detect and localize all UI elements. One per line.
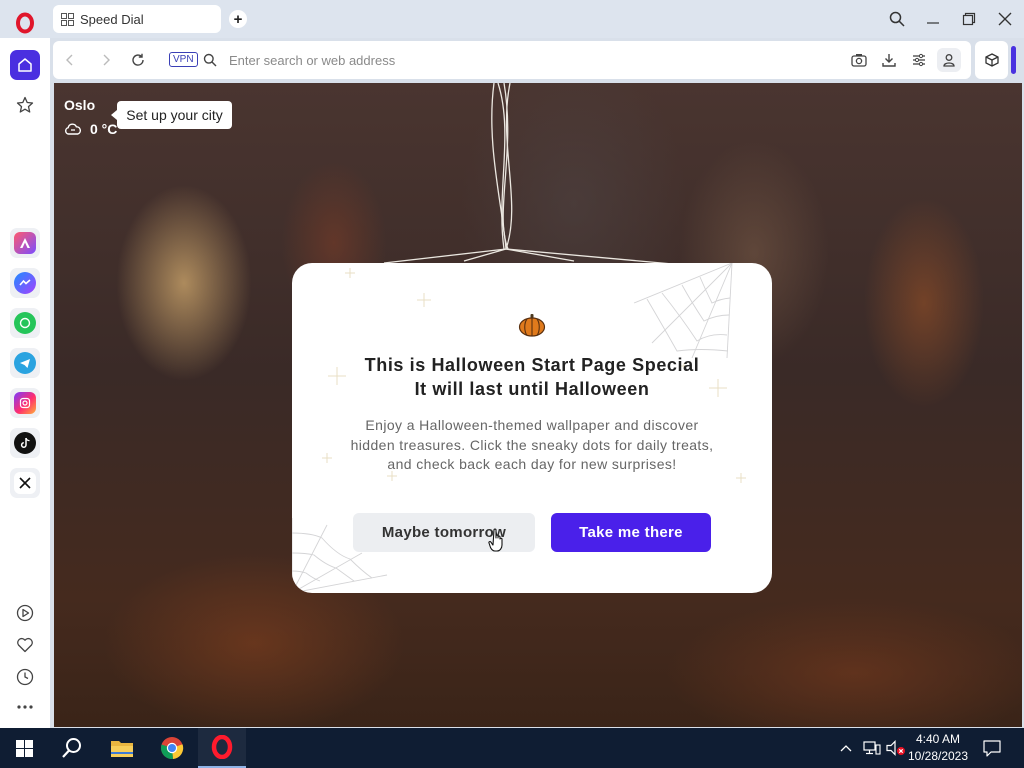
speed-dial-icon — [61, 12, 74, 26]
reload-icon[interactable] — [128, 50, 148, 70]
tab-title: Speed Dial — [80, 11, 144, 27]
whatsapp-icon — [14, 312, 36, 334]
aria-icon — [14, 232, 36, 254]
sidebar-item-instagram[interactable] — [10, 388, 40, 418]
play-icon — [16, 604, 34, 622]
speed-dial-page: Oslo Set up your city 0 °C This is Hallo… — [54, 83, 1022, 727]
address-input[interactable] — [229, 49, 729, 71]
sidebar-item-messenger[interactable] — [10, 268, 40, 298]
x-icon — [14, 472, 36, 494]
taskbar-search[interactable] — [48, 728, 96, 768]
sidebar-item-tiktok[interactable] — [10, 428, 40, 458]
sidebar-item-history[interactable] — [10, 662, 40, 692]
temperature-row: 0 °C — [64, 121, 144, 137]
opera-button[interactable] — [198, 728, 246, 768]
city-label[interactable]: Oslo — [64, 97, 95, 113]
take-me-there-button[interactable]: Take me there — [551, 513, 711, 552]
clock-date: 10/28/2023 — [907, 749, 969, 763]
sidebar-item-bookmarks[interactable] — [10, 90, 40, 120]
taskbar: 4:40 AM 10/28/2023 — [0, 728, 1024, 768]
maybe-tomorrow-button[interactable]: Maybe tomorrow — [353, 513, 535, 552]
opera-logo-icon[interactable] — [14, 12, 36, 34]
notifications-icon[interactable] — [982, 739, 1002, 757]
vpn-badge[interactable]: VPN — [169, 52, 198, 67]
system-clock[interactable]: 4:40 AM 10/28/2023 — [905, 731, 971, 765]
tiktok-icon — [14, 432, 36, 454]
star-icon — [16, 96, 34, 113]
forward-icon[interactable] — [96, 50, 116, 70]
sidebar-item-player[interactable] — [10, 598, 40, 628]
sidebar-item-home[interactable] — [10, 50, 40, 80]
search-icon — [62, 738, 81, 758]
network-icon[interactable] — [862, 739, 882, 757]
clock-icon — [16, 668, 34, 686]
clock-time: 4:40 AM — [915, 732, 961, 746]
chrome-icon — [161, 737, 184, 760]
messenger-icon — [14, 272, 36, 294]
opera-icon — [211, 735, 233, 759]
cloud-icon — [65, 123, 82, 135]
title-bar: Speed Dial + — [0, 0, 1024, 38]
more-icon — [17, 705, 33, 709]
windows-icon — [15, 739, 33, 757]
download-icon[interactable] — [879, 50, 899, 70]
show-hidden-icons-icon[interactable] — [838, 739, 854, 757]
home-icon — [18, 58, 32, 72]
sidebar-item-aria[interactable] — [10, 228, 40, 258]
sidebar-item-whatsapp[interactable] — [10, 308, 40, 338]
easy-setup-icon[interactable] — [909, 50, 929, 70]
back-icon[interactable] — [60, 50, 80, 70]
profile-icon[interactable] — [937, 48, 961, 72]
pumpkin-icon — [518, 313, 546, 337]
minimize-icon[interactable] — [922, 8, 944, 30]
sidebar-item-favorites[interactable] — [10, 630, 40, 660]
tab-speed-dial[interactable]: Speed Dial — [53, 5, 221, 33]
start-button[interactable] — [0, 728, 48, 768]
sidebar — [0, 38, 50, 728]
halloween-dialog: This is Halloween Start Page Special It … — [292, 263, 772, 593]
extensions-icon[interactable] — [975, 41, 1008, 79]
instagram-icon — [14, 392, 36, 414]
dialog-title: This is Halloween Start Page Special It … — [292, 353, 772, 401]
file-explorer-button[interactable] — [98, 728, 146, 768]
dialog-description: Enjoy a Halloween-themed wallpaper and d… — [350, 417, 714, 472]
chrome-button[interactable] — [148, 728, 196, 768]
sidebar-item-x[interactable] — [10, 468, 40, 498]
sidebar-toggle-indicator[interactable] — [1011, 46, 1016, 74]
address-bar: VPN — [53, 41, 971, 79]
sidebar-item-telegram[interactable] — [10, 348, 40, 378]
hand-cursor-icon — [488, 528, 503, 552]
heart-icon — [17, 637, 33, 653]
new-tab-button[interactable]: + — [229, 10, 247, 28]
restore-icon[interactable] — [958, 8, 980, 30]
folder-icon — [111, 741, 133, 757]
search-tabs-icon[interactable] — [886, 8, 908, 30]
temperature-value: 0 °C — [90, 121, 118, 137]
search-icon — [200, 50, 220, 70]
sidebar-item-more[interactable] — [10, 692, 40, 722]
telegram-icon — [14, 352, 36, 374]
close-icon[interactable] — [994, 8, 1016, 30]
dialog-title-line2: It will last until Halloween — [414, 379, 650, 399]
dialog-title-line1: This is Halloween Start Page Special — [364, 355, 700, 375]
volume-muted-icon[interactable] — [885, 739, 907, 757]
camera-icon[interactable] — [849, 50, 869, 70]
